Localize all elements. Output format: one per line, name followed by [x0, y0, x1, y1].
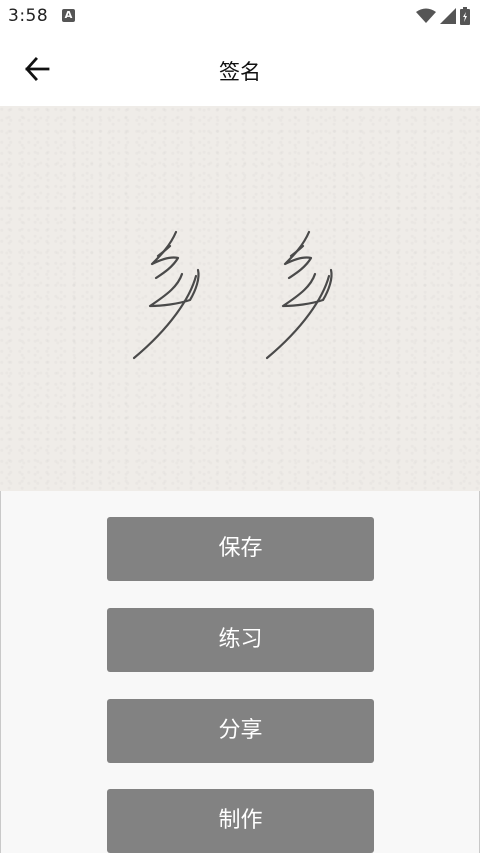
status-icons — [416, 6, 470, 26]
signature-drawing — [132, 230, 333, 360]
signature-canvas — [0, 106, 480, 491]
save-button[interactable]: 保存 — [107, 517, 374, 581]
status-bar: 3:58 A — [0, 0, 480, 32]
signature-mark-2 — [265, 230, 333, 360]
wifi-icon — [416, 8, 436, 23]
practice-button[interactable]: 练习 — [107, 608, 374, 672]
share-button[interactable]: 分享 — [107, 699, 374, 763]
page-title: 签名 — [219, 60, 261, 84]
signature-mark-1 — [132, 230, 200, 360]
signal-icon — [440, 8, 456, 24]
make-button[interactable]: 制作 — [107, 789, 374, 853]
battery-icon — [460, 7, 470, 25]
status-time: 3:58 — [8, 6, 49, 26]
app-bar: 签名 — [0, 32, 480, 106]
notification-a-icon: A — [62, 9, 75, 22]
